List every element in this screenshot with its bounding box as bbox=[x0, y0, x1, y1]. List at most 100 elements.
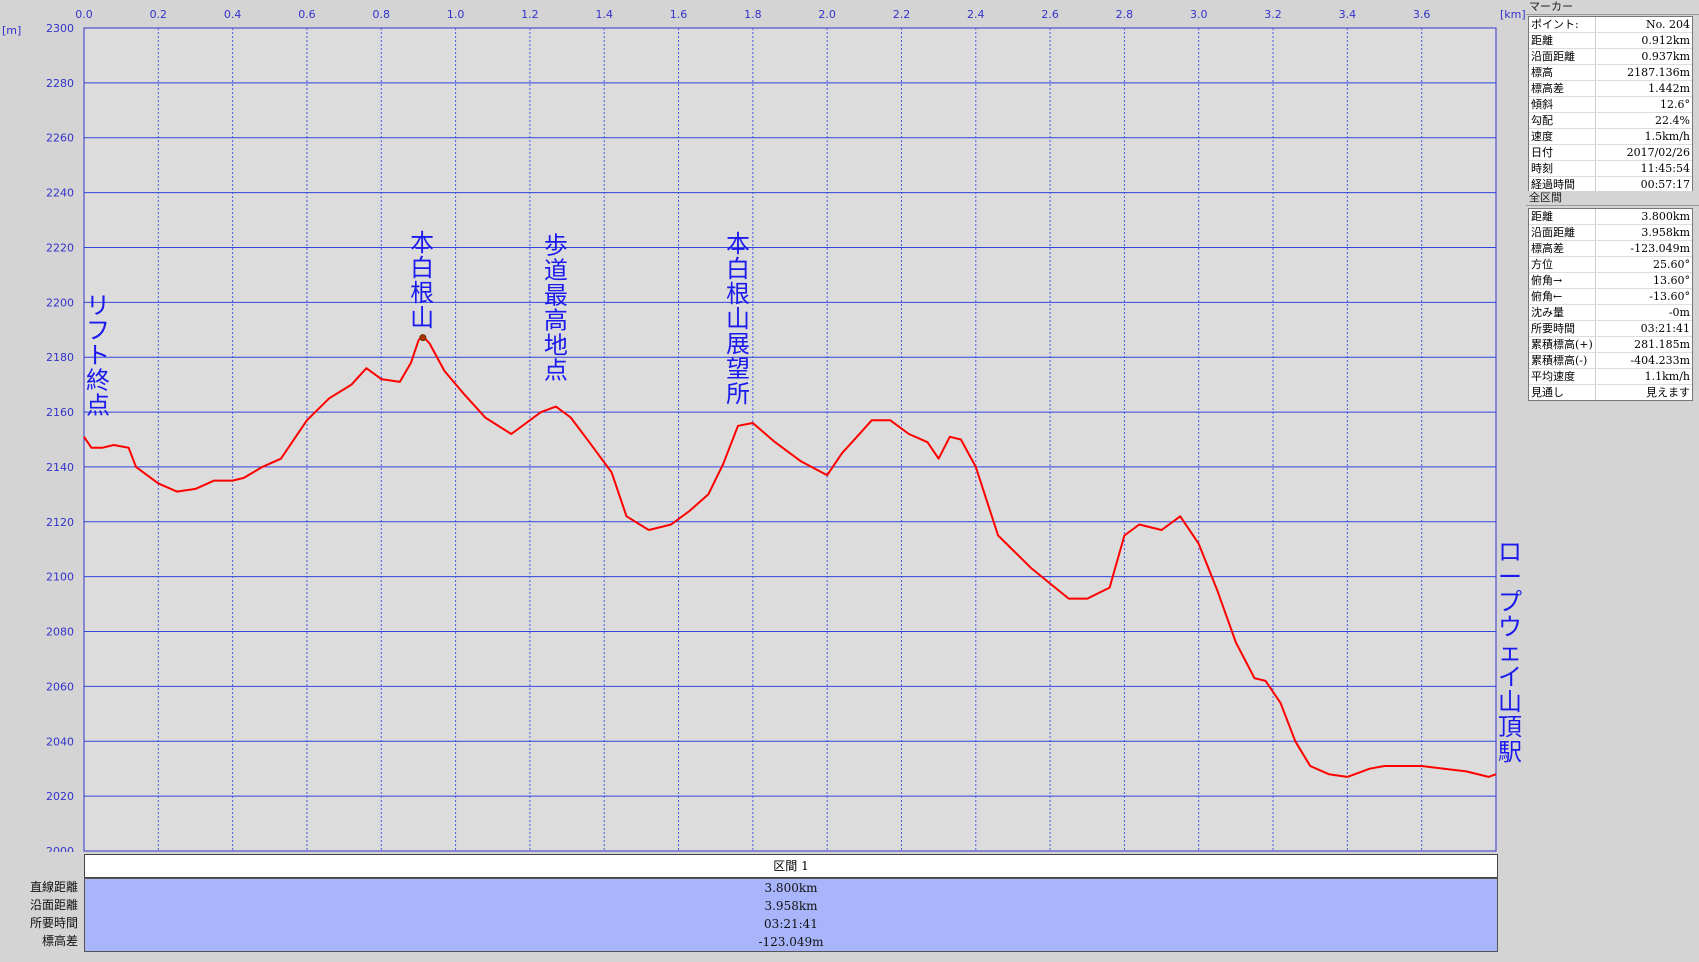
x-tick-label: 3.2 bbox=[1264, 8, 1282, 21]
marker-value: 1.5km/h bbox=[1644, 130, 1690, 143]
total-value: -404.233m bbox=[1630, 354, 1690, 367]
section-value: 03:21:41 bbox=[764, 917, 818, 931]
x-tick-label: 3.6 bbox=[1413, 8, 1431, 21]
x-tick-label: 2.0 bbox=[818, 8, 836, 21]
marker-value: 2187.136m bbox=[1627, 66, 1690, 79]
total-row: 見通し 見えます bbox=[1529, 385, 1692, 400]
marker-panel: ポイント: No. 204 距離 0.912km 沿面距離 0.937km 標高 2187.1… bbox=[1528, 16, 1693, 193]
section-label: 標高差 bbox=[41, 934, 78, 948]
x-tick-label: 1.2 bbox=[521, 8, 539, 21]
total-row: 俯角→ 13.60° bbox=[1529, 273, 1692, 289]
total-row: 標高差 -123.049m bbox=[1529, 241, 1692, 257]
x-tick-labels: 0.0 0.2 0.4 0.6 0.8 1.0 1.2 1.4 1.6 1.8 2.0 2.2 2.4 2… bbox=[75, 8, 1430, 21]
x-tick-label: 3.4 bbox=[1339, 8, 1357, 21]
marker-key: 日付 bbox=[1529, 145, 1596, 160]
x-tick-label: 3.0 bbox=[1190, 8, 1208, 21]
y-tick-label: 2300 bbox=[46, 22, 74, 35]
total-panel: 距離 3.800km 沿面距離 3.958km 標高差 -123.049m 方位 25.60°… bbox=[1528, 208, 1693, 401]
marker-key: 時刻 bbox=[1529, 161, 1596, 176]
marker-value: 0.937km bbox=[1641, 50, 1690, 63]
y-tick-labels: 2000 2020 2040 2060 2080 2100 2120 2140 2160 2180… bbox=[46, 22, 74, 852]
marker-key: 速度 bbox=[1529, 129, 1596, 144]
y-tick-label: 2200 bbox=[46, 296, 74, 309]
marker-row: 傾斜 12.6° bbox=[1529, 97, 1692, 113]
marker-key: 標高 bbox=[1529, 65, 1596, 80]
x-tick-label: 0.8 bbox=[373, 8, 391, 21]
section-value: -123.049m bbox=[758, 935, 824, 949]
total-row: 沈み量 -0m bbox=[1529, 305, 1692, 321]
x-tick-label: 0.0 bbox=[75, 8, 93, 21]
total-key: 沿面距離 bbox=[1529, 225, 1596, 240]
total-value: -123.049m bbox=[1630, 242, 1690, 255]
x-tick-label: 0.2 bbox=[150, 8, 168, 21]
total-row: 方位 25.60° bbox=[1529, 257, 1692, 273]
marker-value: 22.4% bbox=[1655, 114, 1690, 127]
section-header[interactable]: 区間 1 bbox=[84, 854, 1498, 878]
section-values[interactable]: 3.800km 3.958km 03:21:41 -123.049m bbox=[84, 878, 1498, 952]
marker-row: 時刻 11:45:54 bbox=[1529, 161, 1692, 177]
marker-row: 標高 2187.136m bbox=[1529, 65, 1692, 81]
y-tick-label: 2280 bbox=[46, 77, 74, 90]
total-key: 距離 bbox=[1529, 209, 1596, 224]
total-value: 281.185m bbox=[1634, 338, 1690, 351]
marker-value: 12.6° bbox=[1660, 98, 1690, 111]
y-tick-label: 2000 bbox=[46, 845, 74, 852]
plot-area bbox=[83, 27, 1497, 852]
total-value: 見えます bbox=[1646, 386, 1690, 399]
marker-value: 1.442m bbox=[1648, 82, 1690, 95]
x-tick-label: 2.4 bbox=[967, 8, 985, 21]
section-label: 所要時間 bbox=[29, 916, 78, 930]
total-value: 1.1km/h bbox=[1644, 370, 1690, 383]
marker-value: 0.912km bbox=[1641, 34, 1690, 47]
total-key: 方位 bbox=[1529, 257, 1596, 272]
total-key: 累積標高(+) bbox=[1529, 337, 1596, 352]
x-tick-label: 2.2 bbox=[893, 8, 911, 21]
x-tick-label: 2.8 bbox=[1116, 8, 1134, 21]
total-value: 25.60° bbox=[1653, 258, 1690, 271]
marker-panel-title: マーカー bbox=[1526, 0, 1699, 15]
marker-value: 11:45:54 bbox=[1640, 162, 1690, 175]
total-value: 3.958km bbox=[1641, 226, 1690, 239]
x-tick-label: 1.8 bbox=[744, 8, 762, 21]
section-value: 3.800km bbox=[764, 881, 818, 895]
marker-row: 標高差 1.442m bbox=[1529, 81, 1692, 97]
x-tick-label: 2.6 bbox=[1041, 8, 1059, 21]
marker-key: 沿面距離 bbox=[1529, 49, 1596, 64]
y-tick-label: 2220 bbox=[46, 241, 74, 254]
section-label: 沿面距離 bbox=[29, 898, 78, 912]
y-tick-label: 2040 bbox=[46, 735, 74, 748]
y-tick-label: 2100 bbox=[46, 571, 74, 584]
total-value: -0m bbox=[1668, 306, 1690, 319]
total-row: 平均速度 1.1km/h bbox=[1529, 369, 1692, 385]
total-value: 03:21:41 bbox=[1640, 322, 1690, 335]
marker-key: ポイント: bbox=[1529, 17, 1596, 32]
marker-row: 勾配 22.4% bbox=[1529, 113, 1692, 129]
annotation-label: ロープウェイ山頂駅 bbox=[1498, 538, 1522, 766]
marker-row: 速度 1.5km/h bbox=[1529, 129, 1692, 145]
total-row: 沿面距離 3.958km bbox=[1529, 225, 1692, 241]
total-key: 平均速度 bbox=[1529, 369, 1596, 384]
total-value: 13.60° bbox=[1653, 274, 1690, 287]
marker-key: 傾斜 bbox=[1529, 97, 1596, 112]
total-key: 累積標高(-) bbox=[1529, 353, 1596, 368]
y-tick-label: 2160 bbox=[46, 406, 74, 419]
y-tick-label: 2080 bbox=[46, 626, 74, 639]
marker-row: 距離 0.912km bbox=[1529, 33, 1692, 49]
y-tick-label: 2120 bbox=[46, 516, 74, 529]
marker-value: 00:57:17 bbox=[1640, 178, 1690, 191]
annotation-label: リフト終点 bbox=[86, 291, 110, 419]
y-tick-label: 2240 bbox=[46, 187, 74, 200]
x-unit-label: [km] bbox=[1500, 8, 1526, 21]
marker-row: 日付 2017/02/26 bbox=[1529, 145, 1692, 161]
x-tick-label: 0.6 bbox=[298, 8, 316, 21]
x-tick-label: 1.4 bbox=[595, 8, 613, 21]
annotation-label: 本白根山 bbox=[410, 229, 434, 332]
total-value: 3.800km bbox=[1641, 210, 1690, 223]
marker-key: 勾配 bbox=[1529, 113, 1596, 128]
marker-key: 距離 bbox=[1529, 33, 1596, 48]
marker-row: 沿面距離 0.937km bbox=[1529, 49, 1692, 65]
total-row: 距離 3.800km bbox=[1529, 209, 1692, 225]
total-row: 俯角← -13.60° bbox=[1529, 289, 1692, 305]
total-key: 沈み量 bbox=[1529, 305, 1596, 320]
elevation-chart: 0.0 0.2 0.4 0.6 0.8 1.0 1.2 1.4 1.6 1.8 2.0 2.2 2.4 2… bbox=[2, 8, 1526, 852]
